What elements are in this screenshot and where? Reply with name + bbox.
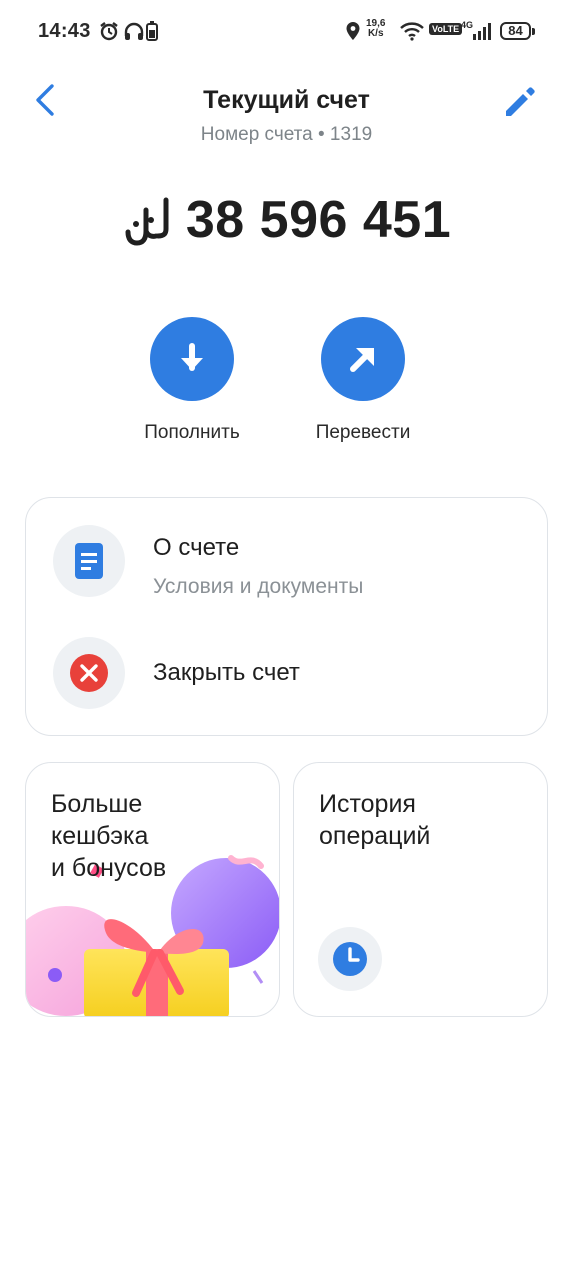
arrow-up-right-icon [350, 348, 374, 372]
account-options-card: О счете Условия и документы Закрыть счет [25, 497, 548, 736]
wifi-icon [399, 20, 425, 42]
about-account-row[interactable]: О счете Условия и документы [26, 498, 546, 616]
about-account-subtitle: Условия и документы [153, 575, 364, 598]
balance: 38 596 451 [0, 190, 573, 250]
page-title: Текущий счет [203, 86, 370, 114]
pencil-icon [506, 87, 535, 116]
history-tile-title: История операций [319, 790, 431, 850]
bonus-tile[interactable]: Больше кешбэка и бонусов [25, 762, 280, 1017]
close-circle-icon [70, 654, 108, 692]
balance-amount: 38 596 451 [185, 191, 452, 249]
document-icon [75, 543, 103, 579]
alarm-icon [97, 20, 121, 42]
account-number: Номер счета • 1319 [200, 124, 373, 145]
close-account-title: Закрыть счет [153, 659, 300, 686]
document-icon-wrap [53, 525, 125, 597]
close-icon-wrap [53, 637, 125, 709]
volte-badge: VoLTE [429, 23, 463, 35]
about-account-title: О счете [153, 534, 240, 561]
net-speed: 19,6 K/s [366, 18, 386, 39]
clock-icon-wrap [318, 927, 382, 991]
transfer-button[interactable] [321, 317, 405, 401]
status-time: 14:43 [38, 20, 91, 42]
location-icon [344, 20, 362, 42]
status-bar: 14:43 19,6 K/s VoLTE 4G 84 [0, 0, 573, 66]
arrow-down-icon [181, 343, 203, 371]
signal-icon [471, 20, 495, 42]
battery-tip [532, 28, 535, 35]
close-account-row[interactable]: Закрыть счет [26, 624, 546, 724]
edit-button[interactable] [500, 82, 540, 122]
top-up-label[interactable]: Пополнить [112, 422, 272, 444]
headphones-icon [123, 20, 145, 42]
small-battery-icon [145, 20, 159, 42]
rial-sign-icon [125, 197, 169, 246]
battery-level: 84 [500, 22, 531, 40]
history-tile[interactable]: История операций [293, 762, 548, 1017]
transfer-label[interactable]: Перевести [283, 422, 443, 444]
clock-icon [333, 942, 367, 976]
bonus-tile-title: Больше кешбэка и бонусов [51, 790, 167, 882]
top-up-button[interactable] [150, 317, 234, 401]
